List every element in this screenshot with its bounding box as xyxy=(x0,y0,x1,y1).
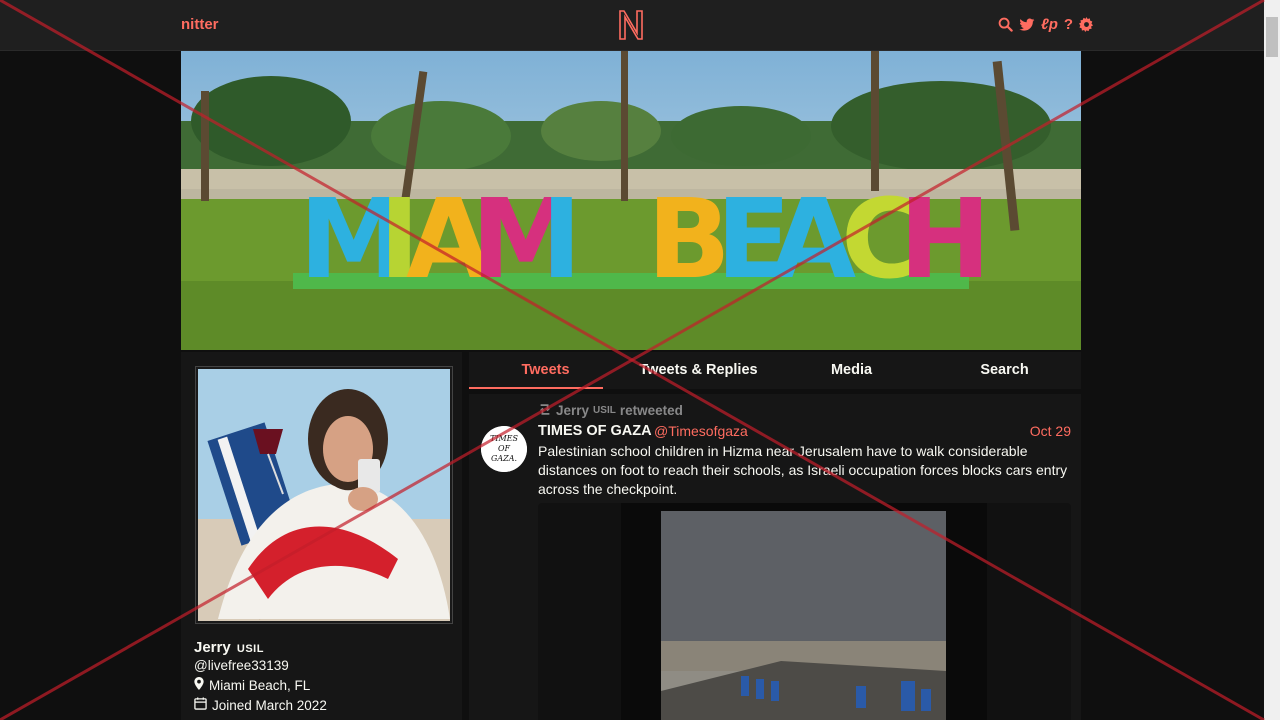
profile-card: Jerry USIL @livefree33139 Miami Beach, F… xyxy=(181,352,462,720)
avatar-text-2: OF xyxy=(498,444,511,453)
profile-joined-text: Joined March 2022 xyxy=(212,697,327,713)
tweet-media[interactable] xyxy=(538,503,1071,720)
search-icon[interactable] xyxy=(998,17,1013,32)
avatar-text-1: TIMES xyxy=(490,434,519,443)
tweet-avatar[interactable]: TIMES OF GAZA. xyxy=(481,426,527,472)
profile-username[interactable]: @livefree33139 xyxy=(194,658,289,673)
tweet-text: Palestinian school children in Hizma nea… xyxy=(538,443,1068,497)
retweeter-verified-badge: USIL xyxy=(593,405,616,416)
tab-tweets-replies[interactable]: Tweets & Replies xyxy=(622,352,775,389)
profile-avatar[interactable] xyxy=(195,366,453,624)
avatar-text-3: GAZA. xyxy=(491,454,517,463)
help-icon[interactable]: ? xyxy=(1064,16,1073,33)
retweeter-name[interactable]: Jerry xyxy=(556,403,589,418)
page-scrollbar[interactable] xyxy=(1264,0,1280,720)
tweet-username[interactable]: @Timesofgaza xyxy=(654,423,748,439)
profile-location: Miami Beach, FL xyxy=(194,677,310,693)
rss-icon[interactable]: ℓp xyxy=(1041,16,1058,33)
profile-joined: Joined March 2022 xyxy=(194,697,327,713)
nav-brand-link[interactable]: nitter xyxy=(181,16,219,33)
nav-icons: ℓp ? xyxy=(998,16,1094,33)
retweet-suffix: retweeted xyxy=(619,403,683,418)
profile-location-text: Miami Beach, FL xyxy=(209,677,311,693)
nitter-logo-icon[interactable] xyxy=(617,9,645,46)
twitter-bird-icon[interactable] xyxy=(1019,18,1035,32)
tweet-date[interactable]: Oct 29 xyxy=(1030,423,1071,439)
tab-search[interactable]: Search xyxy=(928,352,1081,389)
settings-gear-icon[interactable] xyxy=(1079,17,1094,32)
video-thumbnail[interactable] xyxy=(661,511,946,720)
profile-fullname[interactable]: Jerry USIL xyxy=(194,639,264,656)
retweet-icon xyxy=(538,403,552,418)
tab-tweets[interactable]: Tweets xyxy=(469,352,622,389)
verified-badge: USIL xyxy=(236,643,264,655)
tweet-fullname[interactable]: TIMES OF GAZA xyxy=(538,423,652,439)
scrollbar-thumb[interactable] xyxy=(1266,17,1278,57)
profile-banner[interactable]: M I A M I B E A C H xyxy=(181,51,1081,350)
timeline-tabs: Tweets Tweets & Replies Media Search xyxy=(469,352,1081,389)
calendar-icon xyxy=(194,697,207,713)
timeline: Jerry USIL retweeted TIMES OF GAZA. TIME… xyxy=(469,394,1081,720)
tab-media[interactable]: Media xyxy=(775,352,928,389)
svg-text:H: H xyxy=(899,175,991,303)
video-player[interactable] xyxy=(621,503,987,720)
profile-fullname-text: Jerry xyxy=(194,639,231,656)
location-pin-icon xyxy=(194,677,204,693)
svg-text:I: I xyxy=(541,175,582,303)
top-navbar: nitter ℓp ? xyxy=(0,0,1264,51)
retweet-header: Jerry USIL retweeted xyxy=(538,403,683,418)
